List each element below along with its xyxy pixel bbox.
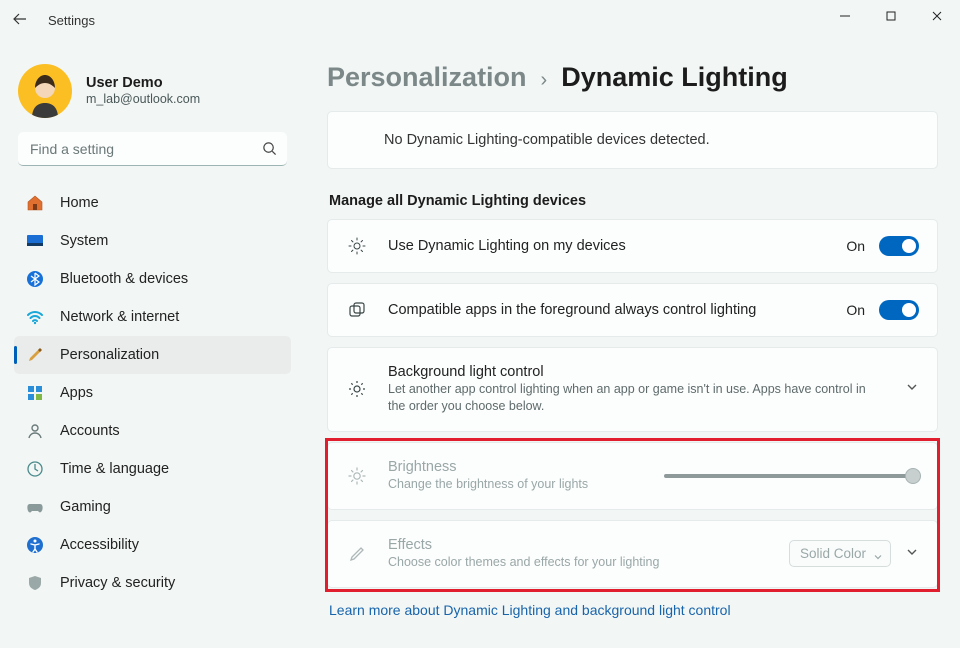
- window-controls: [822, 0, 960, 40]
- row-compatible-apps[interactable]: Compatible apps in the foreground always…: [327, 283, 938, 337]
- row-effects[interactable]: Effects Choose color themes and effects …: [327, 520, 938, 588]
- nav-label: Network & internet: [60, 309, 179, 325]
- nav-accessibility[interactable]: Accessibility: [14, 526, 291, 564]
- nav-apps[interactable]: Apps: [14, 374, 291, 412]
- system-icon: [26, 232, 44, 250]
- maximize-button[interactable]: [868, 0, 914, 32]
- row-title: Effects: [388, 537, 769, 553]
- toggle-switch[interactable]: [879, 300, 919, 320]
- lighting-icon: [346, 236, 368, 256]
- row-brightness: Brightness Change the brightness of your…: [327, 442, 938, 510]
- row-title: Background light control: [388, 364, 885, 380]
- learn-more-link[interactable]: Learn more about Dynamic Lighting and ba…: [329, 602, 936, 618]
- layers-icon: [346, 301, 368, 319]
- nav-gaming[interactable]: Gaming: [14, 488, 291, 526]
- shield-icon: [26, 574, 44, 592]
- brightness-slider[interactable]: [664, 474, 920, 478]
- search-box: [18, 132, 287, 166]
- group-title: Manage all Dynamic Lighting devices: [329, 193, 936, 209]
- minimize-button[interactable]: [822, 0, 868, 32]
- search-input[interactable]: [18, 132, 287, 166]
- breadcrumb-current: Dynamic Lighting: [561, 62, 788, 93]
- nav-label: Accounts: [60, 423, 120, 439]
- nav-time[interactable]: Time & language: [14, 450, 291, 488]
- bluetooth-icon: [26, 270, 44, 288]
- nav-label: Home: [60, 195, 99, 211]
- slider-thumb[interactable]: [905, 468, 921, 484]
- apps-icon: [26, 384, 44, 402]
- home-icon: [26, 194, 44, 212]
- search-icon: [262, 141, 277, 161]
- notice-card: No Dynamic Lighting-compatible devices d…: [327, 111, 938, 169]
- chevron-down-icon: [873, 550, 883, 565]
- select-value: Solid Color: [800, 546, 866, 561]
- nav-label: Apps: [60, 385, 93, 401]
- row-background-light-control[interactable]: Background light control Let another app…: [327, 347, 938, 432]
- person-icon: [26, 422, 44, 440]
- accessibility-icon: [26, 536, 44, 554]
- nav-network[interactable]: Network & internet: [14, 298, 291, 336]
- nav-personalization[interactable]: Personalization: [14, 336, 291, 374]
- nav-label: Personalization: [60, 347, 159, 363]
- window-title: Settings: [48, 13, 95, 28]
- breadcrumb-parent[interactable]: Personalization: [327, 62, 527, 93]
- nav-system[interactable]: System: [14, 222, 291, 260]
- nav-privacy[interactable]: Privacy & security: [14, 564, 291, 602]
- chevron-down-icon: [905, 380, 919, 399]
- paintbrush-icon: [26, 346, 44, 364]
- account-block[interactable]: User Demo m_lab@outlook.com: [18, 64, 287, 118]
- chevron-right-icon: ›: [541, 69, 548, 92]
- account-email: m_lab@outlook.com: [86, 92, 200, 108]
- toggle-switch[interactable]: [879, 236, 919, 256]
- sidebar: User Demo m_lab@outlook.com Home System …: [0, 40, 305, 648]
- close-button[interactable]: [914, 0, 960, 32]
- avatar: [18, 64, 72, 118]
- nav-home[interactable]: Home: [14, 184, 291, 222]
- row-subtitle: Change the brightness of your lights: [388, 476, 644, 493]
- row-subtitle: Let another app control lighting when an…: [388, 381, 885, 415]
- row-title: Use Dynamic Lighting on my devices: [388, 238, 826, 254]
- wifi-icon: [26, 308, 44, 326]
- gear-icon: [346, 379, 368, 399]
- row-title: Compatible apps in the foreground always…: [388, 302, 826, 318]
- chevron-down-icon: [905, 545, 919, 562]
- breadcrumb: Personalization › Dynamic Lighting: [327, 62, 938, 93]
- nav-label: Privacy & security: [60, 575, 175, 591]
- effects-select[interactable]: Solid Color: [789, 540, 891, 567]
- nav-label: System: [60, 233, 108, 249]
- row-use-dynamic-lighting[interactable]: Use Dynamic Lighting on my devices On: [327, 219, 938, 273]
- brightness-icon: [346, 466, 368, 486]
- nav-bluetooth[interactable]: Bluetooth & devices: [14, 260, 291, 298]
- gamepad-icon: [26, 498, 44, 516]
- nav-label: Time & language: [60, 461, 169, 477]
- titlebar: Settings: [0, 0, 960, 40]
- nav-label: Bluetooth & devices: [60, 271, 188, 287]
- back-button[interactable]: [12, 11, 28, 30]
- clock-globe-icon: [26, 460, 44, 478]
- toggle-state: On: [846, 302, 865, 318]
- toggle-state: On: [846, 238, 865, 254]
- pencil-icon: [346, 545, 368, 563]
- nav-label: Gaming: [60, 499, 111, 515]
- nav-accounts[interactable]: Accounts: [14, 412, 291, 450]
- nav-list: Home System Bluetooth & devices Network …: [14, 184, 291, 602]
- notice-text: No Dynamic Lighting-compatible devices d…: [328, 112, 937, 168]
- nav-label: Accessibility: [60, 537, 139, 553]
- row-subtitle: Choose color themes and effects for your…: [388, 554, 769, 571]
- main-content: Personalization › Dynamic Lighting No Dy…: [305, 40, 960, 648]
- account-name: User Demo: [86, 74, 200, 92]
- row-title: Brightness: [388, 459, 644, 475]
